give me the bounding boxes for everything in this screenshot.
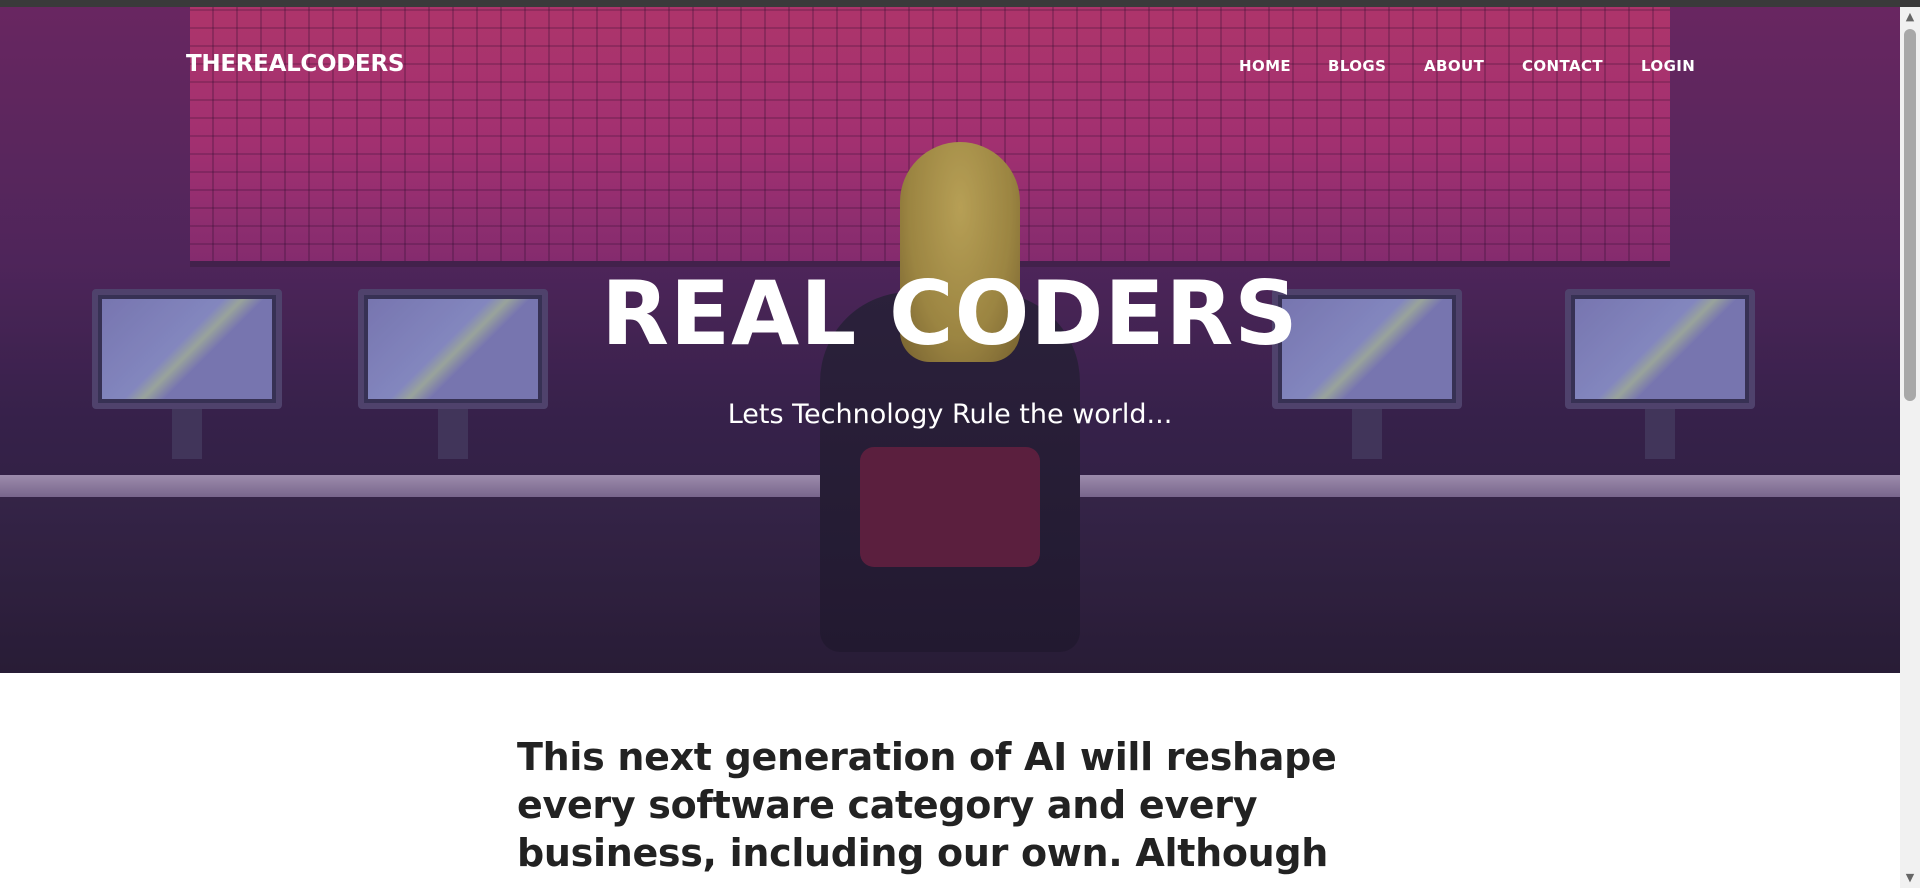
nav-contact-link[interactable]: CONTACT (1522, 57, 1603, 75)
page-scrollbar[interactable]: ▲ ▼ (1900, 7, 1920, 888)
scroll-down-arrow-icon[interactable]: ▼ (1900, 868, 1920, 888)
article-heading-line: This next generation of AI will reshape (517, 735, 1337, 779)
hero-subtitle: Lets Technology Rule the world... (727, 399, 1173, 430)
scrollbar-thumb[interactable] (1904, 29, 1916, 401)
nav-about-link[interactable]: ABOUT (1424, 57, 1484, 75)
article-heading-line: every software category and every (517, 783, 1258, 827)
nav-blogs-link[interactable]: BLOGS (1328, 57, 1386, 75)
article-heading: This next generation of AI will reshape … (517, 733, 1337, 877)
browser-top-border (0, 0, 1920, 7)
hero-banner: THEREALCODERS HOME BLOGS ABOUT CONTACT L… (0, 7, 1900, 673)
nav-login-link[interactable]: LOGIN (1641, 57, 1695, 75)
hero-title: REAL CODERS (601, 262, 1299, 365)
scroll-up-arrow-icon[interactable]: ▲ (1900, 7, 1920, 27)
nav-home-link[interactable]: HOME (1239, 57, 1291, 75)
main-nav: HOME BLOGS ABOUT CONTACT LOGIN (0, 57, 1900, 77)
article-heading-line: business, including our own. Although (517, 831, 1329, 875)
